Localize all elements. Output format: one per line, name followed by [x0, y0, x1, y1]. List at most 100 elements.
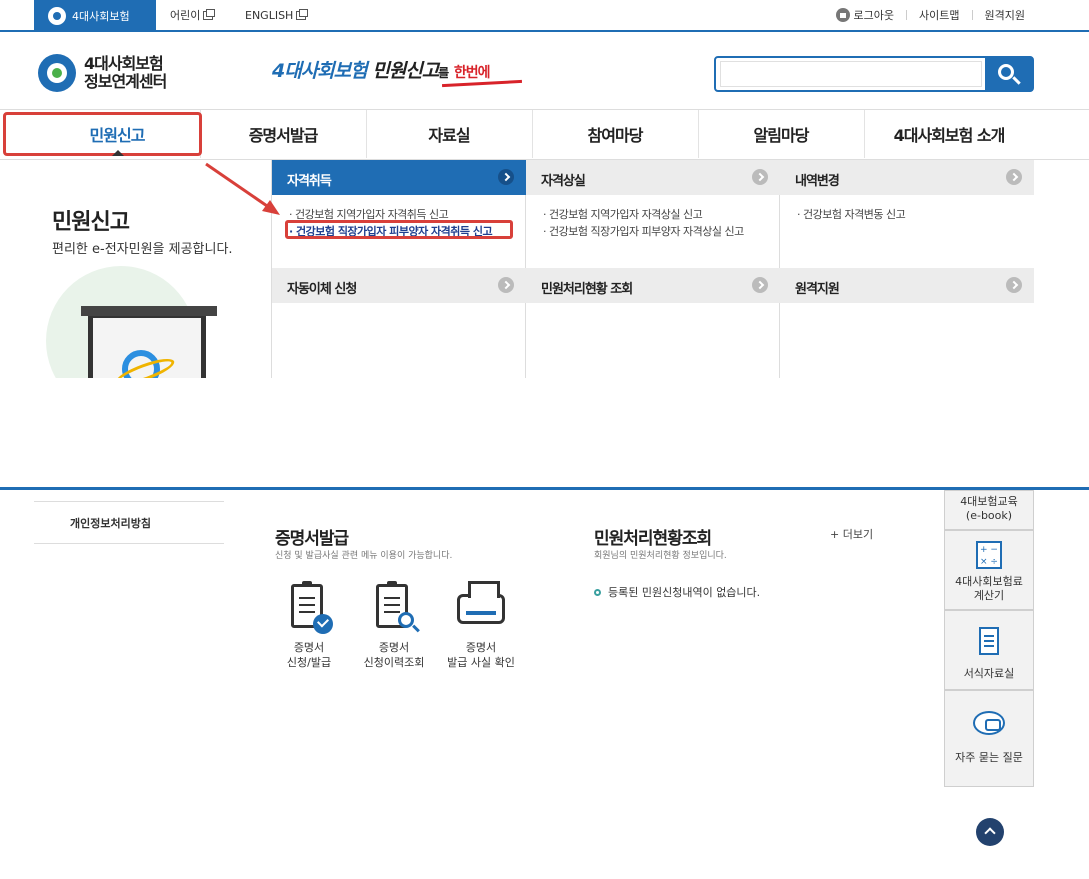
service-label: 증명서 발급 사실 확인 [436, 640, 526, 670]
clipboard-check-icon [283, 580, 335, 634]
submenu-link[interactable]: · 건강보험 지역가입자 자격상실 신고 [543, 206, 703, 222]
quick-faq[interactable]: 자주 묻는 질문 [944, 690, 1034, 787]
nav-item-label: 증명서발급 [248, 126, 319, 145]
chat-bubble-icon [973, 711, 1005, 735]
dropdown-title: 민원신고 [52, 210, 130, 235]
category-label: 자격취득 [287, 174, 332, 189]
submenu-link[interactable]: · 건강보험 직장가입자 피부양자 자격상실 신고 [543, 223, 744, 239]
submenu-link[interactable]: · 건강보험 자격변동 신고 [797, 206, 906, 222]
status-section-subtitle: 회원님의 민원처리현황 정보입니다. [594, 551, 727, 561]
nav-item-label: 참여마당 [587, 126, 644, 145]
status-empty-message: 등록된 민원신청내역이 없습니다. [594, 584, 760, 600]
service-certificate-apply[interactable]: 증명서 신청/발급 [264, 580, 354, 670]
arrow-right-icon [752, 169, 768, 185]
nav-item-notice[interactable]: 알림마당 [698, 110, 864, 158]
nav-item-label: 알림마당 [753, 126, 810, 145]
check-badge-icon [313, 614, 333, 634]
category-remote-support[interactable]: 원격지원 [780, 268, 1034, 303]
quick-label-line-2: (e-book) [965, 509, 1013, 522]
home-tab[interactable]: 4대사회보험 [34, 0, 156, 32]
certificate-section-subtitle: 신청 및 발급사실 관련 메뉴 이용이 가능합니다. [275, 551, 453, 561]
site-logo-icon [48, 7, 66, 25]
slogan-part-2: 민원신고 [372, 60, 439, 82]
home-tab-label: 4대사회보험 [72, 10, 130, 23]
line [384, 604, 400, 606]
english-link[interactable]: ENGLISH [245, 0, 309, 30]
category-qualification-loss[interactable]: 자격상실 [526, 160, 780, 195]
service-certificate-history[interactable]: 증명서 신청이력조회 [349, 580, 439, 670]
arrow-right-icon [1006, 169, 1022, 185]
quick-label-line-1: 서식자료실 [963, 667, 1015, 680]
category-auto-transfer[interactable]: 자동이체 신청 [272, 268, 526, 303]
new-window-icon [296, 8, 309, 20]
slogan-part-3: 를 [438, 66, 449, 80]
dropdown-intro: 민원신고 편리한 e-전자민원을 제공합니다. [0, 160, 271, 378]
line [384, 611, 400, 613]
nav-item-certificate[interactable]: 증명서발급 [200, 110, 366, 158]
more-link[interactable]: + 더보기 [830, 526, 873, 542]
logo-line-1: 4대사회보험 [84, 54, 164, 73]
slogan-part-4: 한번에 [453, 65, 491, 81]
search-input[interactable] [720, 61, 982, 87]
quick-calculator[interactable]: 4대사회보험료 계산기 [944, 530, 1034, 610]
calculator-icon [976, 541, 1002, 569]
dropdown-description: 편리한 e-전자민원을 제공합니다. [52, 242, 233, 257]
logout-link[interactable]: 로그아웃 [854, 7, 894, 23]
lock-icon [835, 8, 850, 22]
top-right-links: 로그아웃 사이트맵 원격지원 [835, 0, 1025, 30]
search-icon [998, 64, 1014, 80]
quick-label-line-1: 4대사회보험료 [955, 575, 1023, 588]
active-caret-icon [112, 150, 124, 156]
arrow-right-icon [752, 277, 768, 293]
quick-label-line-2: 계산기 [973, 589, 1005, 602]
privacy-policy-link[interactable]: 개인정보처리방침 [34, 501, 224, 544]
privacy-policy-label: 개인정보처리방침 [70, 516, 151, 530]
line [299, 611, 315, 613]
category-qualification-acquire[interactable]: 자격취득 [272, 160, 526, 195]
arrow-right-icon [498, 169, 514, 185]
search-box [714, 56, 1034, 92]
sitemap-link[interactable]: 사이트맵 [919, 7, 959, 23]
certificate-section-title: 증명서발급 [275, 529, 349, 549]
quick-ebook[interactable]: 4대보험교육 (e-book) [944, 490, 1034, 530]
line [299, 597, 315, 599]
search-button[interactable] [985, 56, 1033, 92]
logo-line-2: 정보연계센터 [84, 72, 167, 91]
section-divider [0, 487, 1089, 490]
category-label: 민원처리현황 조회 [541, 282, 633, 297]
top-utility-bar: 4대사회보험 어린이 ENGLISH 로그아웃 사이트맵 원격지원 [0, 0, 1089, 32]
slogan: 4대사회보험 민원신고를 한번에 [272, 56, 491, 83]
dropdown-column: 자격상실 · 건강보험 지역가입자 자격상실 신고 · 건강보험 직장가입자 피… [526, 160, 780, 378]
scroll-to-top-button[interactable] [976, 818, 1004, 846]
service-label-line-1: 증명서 [293, 641, 325, 654]
status-section-title: 민원처리현황조회 [594, 529, 712, 549]
service-label: 증명서 신청/발급 [264, 640, 354, 670]
nav-item-archive[interactable]: 자료실 [366, 110, 532, 158]
line [299, 604, 315, 606]
nav-item-label: 4대사회보험 소개 [893, 126, 1006, 145]
service-label-line-2: 발급 사실 확인 [447, 656, 515, 669]
clipboard-search-icon [368, 580, 420, 634]
category-label: 자동이체 신청 [287, 282, 357, 297]
site-logo[interactable]: 4대사회보험 정보연계센터 [38, 54, 167, 92]
category-history-change[interactable]: 내역변경 [780, 160, 1034, 195]
arrow-right-icon [1006, 277, 1022, 293]
remote-support-link[interactable]: 원격지원 [985, 7, 1025, 23]
quick-forms[interactable]: 서식자료실 [944, 610, 1034, 690]
kids-link-label: 어린이 [170, 9, 201, 22]
service-label: 증명서 신청이력조회 [349, 640, 439, 670]
document-icon [979, 627, 999, 655]
category-status-inquiry[interactable]: 민원처리현황 조회 [526, 268, 780, 303]
service-issue-verification[interactable]: 증명서 발급 사실 확인 [436, 580, 526, 670]
logo-mark-icon [38, 54, 76, 92]
header: 4대사회보험 정보연계센터 4대사회보험 민원신고를 한번에 [0, 34, 1089, 110]
dropdown-menu: 자격취득 · 건강보험 지역가입자 자격취득 신고 · 건강보험 직장가입자 피… [271, 160, 1034, 378]
nav-item-participation[interactable]: 참여마당 [532, 110, 698, 158]
kids-link[interactable]: 어린이 [170, 0, 216, 30]
logo-text: 4대사회보험 정보연계센터 [84, 54, 167, 91]
english-link-label: ENGLISH [245, 8, 294, 22]
nav-item-label: 자료실 [428, 126, 470, 145]
nav-item-about[interactable]: 4대사회보험 소개 [864, 110, 1034, 158]
magnifier-badge-icon [398, 612, 414, 628]
divider [971, 10, 973, 20]
